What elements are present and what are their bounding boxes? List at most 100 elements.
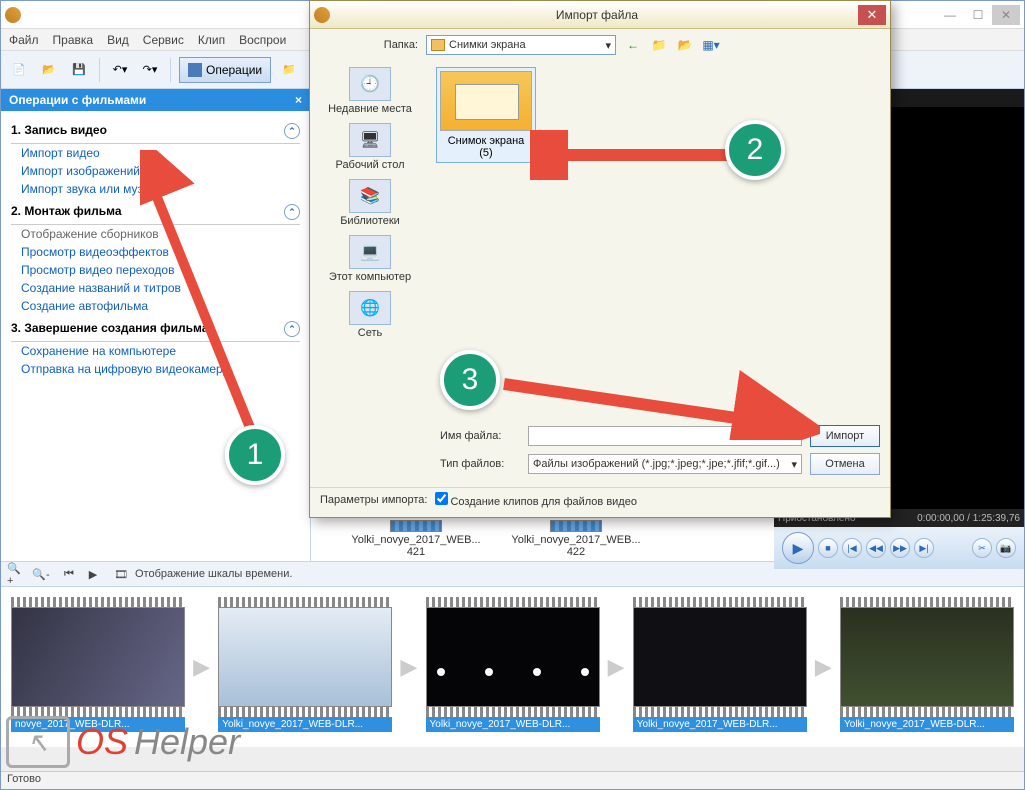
import-params-label: Параметры импорта: [320, 494, 427, 506]
minimize-button[interactable]: — [936, 5, 964, 25]
view-menu-button[interactable]: ▦▾ [702, 36, 720, 54]
zoom-in-button[interactable]: 🔍+ [7, 564, 27, 584]
places-bar: 🕘Недавние места 🖥Рабочий стол 📚Библиотек… [310, 61, 430, 421]
transition-slot[interactable]: ▶ [815, 642, 832, 692]
filetype-combo[interactable]: Файлы изображений (*.jpg;*.jpeg;*.jpe;*.… [528, 454, 802, 474]
collection-clip[interactable]: Yolki_novye_2017_WEB... 421 [351, 520, 481, 558]
import-button[interactable]: Импорт [810, 425, 880, 447]
import-file-dialog: Импорт файла ✕ Папка: Снимки экрана ▾ ← … [309, 0, 891, 518]
step-back-button[interactable]: ◀◀ [866, 538, 886, 558]
folder-combo[interactable]: Снимки экрана ▾ [426, 35, 616, 55]
statusbar: Готово [1, 771, 1024, 789]
place-recent[interactable]: 🕘Недавние места [320, 67, 420, 115]
annotation-marker-2: 2 [725, 120, 785, 180]
new-button[interactable]: 📄 [7, 58, 31, 82]
close-icon[interactable]: × [295, 93, 302, 107]
dialog-titlebar: Импорт файла ✕ [310, 1, 890, 29]
chevron-down-icon: ▾ [605, 39, 611, 52]
link-import-audio[interactable]: Импорт звука или музыки [11, 180, 300, 198]
prev-clip-button[interactable]: |◀ [842, 538, 862, 558]
folder-label: Папка: [318, 39, 418, 51]
place-libraries[interactable]: 📚Библиотеки [320, 179, 420, 227]
link-video-effects[interactable]: Просмотр видеоэффектов [11, 243, 300, 261]
split-button[interactable]: ✂ [972, 538, 992, 558]
step-fwd-button[interactable]: ▶▶ [890, 538, 910, 558]
rewind-button[interactable]: ⏮ [59, 564, 79, 584]
transition-slot[interactable]: ▶ [193, 642, 210, 692]
cursor-icon: ↖ [6, 716, 70, 768]
timecode: 0:00:00,00 / 1:25:39,76 [917, 513, 1020, 524]
play-timeline-button[interactable]: ▶ [83, 564, 103, 584]
link-import-video[interactable]: Импорт видео [11, 144, 300, 162]
file-item-selected[interactable]: Снимок экрана (5) [436, 67, 536, 163]
section-finish: 3. Завершение создания фильма⌃ [11, 315, 300, 342]
chevron-up-icon[interactable]: ⌃ [284, 204, 300, 220]
section-capture: 1. Запись видео⌃ [11, 117, 300, 144]
chevron-up-icon[interactable]: ⌃ [284, 321, 300, 337]
app-icon [314, 7, 330, 23]
next-clip-button[interactable]: ▶| [914, 538, 934, 558]
collection-clip[interactable]: Yolki_novye_2017_WEB... 422 [511, 520, 641, 558]
stop-button[interactable]: ■ [818, 538, 838, 558]
filetype-label: Тип файлов: [440, 458, 520, 470]
chevron-up-icon[interactable]: ⌃ [284, 123, 300, 139]
close-button[interactable]: ✕ [992, 5, 1020, 25]
link-send-camera[interactable]: Отправка на цифровую видеокамеру [11, 360, 300, 378]
transition-slot[interactable]: ▶ [608, 642, 625, 692]
watermark: ↖ OSHelper [6, 716, 240, 768]
menu-file[interactable]: Файл [9, 33, 39, 47]
link-automovie[interactable]: Создание автофильма [11, 297, 300, 315]
storyboard-clip[interactable]: Yolki_novye_2017_WEB-DLR... [840, 597, 1014, 737]
filename-label: Имя файла: [440, 430, 520, 442]
annotation-marker-1: 1 [225, 425, 285, 485]
annotation-marker-3: 3 [440, 350, 500, 410]
section-edit: 2. Монтаж фильма⌃ [11, 198, 300, 225]
menu-clip[interactable]: Клип [198, 33, 225, 47]
new-folder-button[interactable]: 📂 [676, 36, 694, 54]
file-list[interactable]: Снимок экрана (5) [430, 61, 890, 421]
place-this-pc[interactable]: 💻Этот компьютер [320, 235, 420, 283]
menu-view[interactable]: Вид [107, 33, 129, 47]
up-button[interactable]: 📁 [650, 36, 668, 54]
tasks-icon [188, 63, 202, 77]
create-clips-checkbox[interactable]: Создание клипов для файлов видео [435, 492, 637, 508]
cancel-button[interactable]: Отмена [810, 453, 880, 475]
menu-edit[interactable]: Правка [53, 33, 94, 47]
snapshot-button[interactable]: 📷 [996, 538, 1016, 558]
task-pane-header: Операции с фильмами × [1, 89, 310, 111]
operations-button[interactable]: Операции [179, 57, 271, 83]
text-show-collections: Отображение сборников [11, 225, 300, 243]
folder-icon [431, 39, 445, 51]
storyboard-clip[interactable]: Yolki_novye_2017_WEB-DLR... [218, 597, 392, 737]
filename-input[interactable]: ▾ [528, 426, 802, 446]
place-desktop[interactable]: 🖥Рабочий стол [320, 123, 420, 171]
transition-slot[interactable]: ▶ [400, 642, 417, 692]
link-video-transitions[interactable]: Просмотр видео переходов [11, 261, 300, 279]
storyboard-icon[interactable]: 🎞 [111, 564, 131, 584]
chevron-down-icon: ▾ [791, 458, 797, 471]
dialog-close-button[interactable]: ✕ [858, 5, 886, 25]
link-titles[interactable]: Создание названий и титров [11, 279, 300, 297]
link-import-images[interactable]: Импорт изображений [11, 162, 300, 180]
link-save-computer[interactable]: Сохранение на компьютере [11, 342, 300, 360]
task-pane: Операции с фильмами × 1. Запись видео⌃ И… [1, 89, 311, 561]
collections-button[interactable]: 📁 [277, 58, 301, 82]
storyboard-clip[interactable]: Yolki_novye_2017_WEB-DLR... [633, 597, 807, 737]
redo-button[interactable]: ↷▾ [138, 58, 162, 82]
place-network[interactable]: 🌐Сеть [320, 291, 420, 339]
menu-tools[interactable]: Сервис [143, 33, 184, 47]
maximize-button[interactable]: ☐ [964, 5, 992, 25]
back-button[interactable]: ← [624, 36, 642, 54]
play-button[interactable]: ▶ [782, 532, 814, 564]
app-icon [5, 7, 21, 23]
open-button[interactable]: 📂 [37, 58, 61, 82]
save-button[interactable]: 💾 [67, 58, 91, 82]
player-controls: ▶ ■ |◀ ◀◀ ▶▶ ▶| ✂ 📷 [774, 527, 1024, 569]
undo-button[interactable]: ↶▾ [108, 58, 132, 82]
chevron-down-icon: ▾ [791, 430, 797, 443]
storyboard-clip[interactable]: Yolki_novye_2017_WEB-DLR... [426, 597, 600, 737]
dialog-title: Импорт файла [336, 8, 858, 22]
timeline-mode-label: Отображение шкалы времени. [135, 568, 292, 580]
menu-play[interactable]: Воспрои [239, 33, 286, 47]
zoom-out-button[interactable]: 🔍- [31, 564, 51, 584]
